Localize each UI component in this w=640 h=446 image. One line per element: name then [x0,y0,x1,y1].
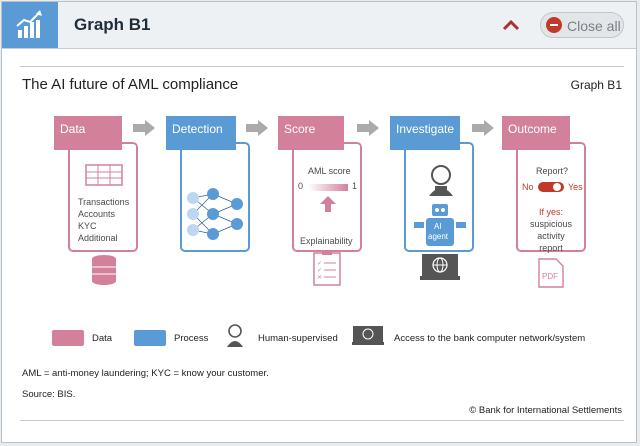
data-item: Additional [78,233,118,243]
stage-label: Investigate [396,122,455,136]
data-item: KYC [78,221,97,231]
divider [20,66,624,67]
ai-agent-label-1: AI [434,222,442,231]
explainability-label: Explainability [300,236,353,246]
human-supervised-icon [429,165,453,196]
arrow-right-icon [246,120,268,136]
neural-network-icon [187,188,243,240]
computer-network-icon [420,254,460,280]
data-item: Accounts [78,209,116,219]
stage-label: Detection [172,122,223,136]
close-circle-icon [546,17,562,33]
stage-outcome-tag: Outcome [502,116,570,150]
source-note: Source: BIS. [22,389,76,400]
footnote: AML = anti-money laundering; KYC = know … [22,368,269,379]
human-supervised-icon [227,324,243,347]
outcome-text: If yes: [518,206,584,218]
stage-label: Data [60,122,86,136]
pdf-label: PDF [542,272,558,281]
legend-process-swatch [134,330,166,346]
close-all-label: Close all [567,18,621,34]
ai-agent-label-2: agent [428,232,449,241]
score-max: 1 [352,181,358,191]
copyright: © Bank for International Settlements [469,405,622,416]
toggle-no-label: No [522,182,534,192]
chart-icon [2,2,58,48]
stage-score-box: AML score 0 1 Explainability ✓ ✓ ✕ [292,142,362,286]
svg-text:✕: ✕ [317,275,322,281]
aml-score-label: AML score [308,166,351,176]
legend-network-label: Access to the bank computer network/syst… [394,333,586,344]
stage-detection-box [180,142,250,252]
legend-human-label: Human-supervised [258,333,338,344]
stage-score-tag: Score [278,116,344,150]
report-toggle[interactable] [538,182,564,192]
graph-window: Graph B1 Close all The AI future of AML … [1,1,637,443]
legend-process-label: Process [174,333,209,344]
svg-text:✓: ✓ [317,261,322,267]
stage-investigate-tag: Investigate [390,116,460,150]
window-title: Graph B1 [74,15,151,34]
chevron-up-icon[interactable] [500,14,522,36]
figure-content: The AI future of AML compliance Graph B1… [20,66,624,438]
outcome-line: activity [537,231,565,241]
close-all-button[interactable]: Close all [540,12,624,38]
outcome-line: report [539,243,563,253]
stage-detection-tag: Detection [166,116,236,150]
stage-label: Score [284,122,316,136]
checklist-icon: ✓✓✕ [313,250,341,286]
divider [20,420,624,421]
figure-ref: Graph B1 [570,78,622,92]
arrow-up-icon [320,196,336,212]
if-yes: If yes: [538,207,563,217]
stage-outcome-box: Report? No Yes If yes: suspicious activi… [516,142,586,288]
score-min: 0 [298,181,304,191]
legend-data-swatch [52,330,84,346]
table-icon [85,164,123,186]
toggle-yes-label: Yes [568,182,583,192]
stage-label: Outcome [508,122,557,136]
stage-data-box: Transactions Accounts KYC Additional [68,142,138,285]
score-gradient [308,184,348,191]
report-question: Report? [536,166,569,176]
arrow-right-icon [133,120,155,136]
stage-investigate-box: AI agent [404,142,474,280]
outcome-report-text: suspicious activity report [518,218,584,254]
outcome-line: suspicious [529,219,573,229]
stage-data-tag: Data [54,116,122,150]
computer-network-icon [352,326,384,345]
legend-data-label: Data [92,333,113,344]
arrow-right-icon [357,120,379,136]
arrow-right-icon [472,120,494,136]
database-icon [92,255,116,285]
window-titlebar: Graph B1 Close all [2,2,636,49]
svg-text:✓: ✓ [317,268,322,274]
data-item: Transactions [78,197,130,207]
figure-title: The AI future of AML compliance [22,76,239,93]
